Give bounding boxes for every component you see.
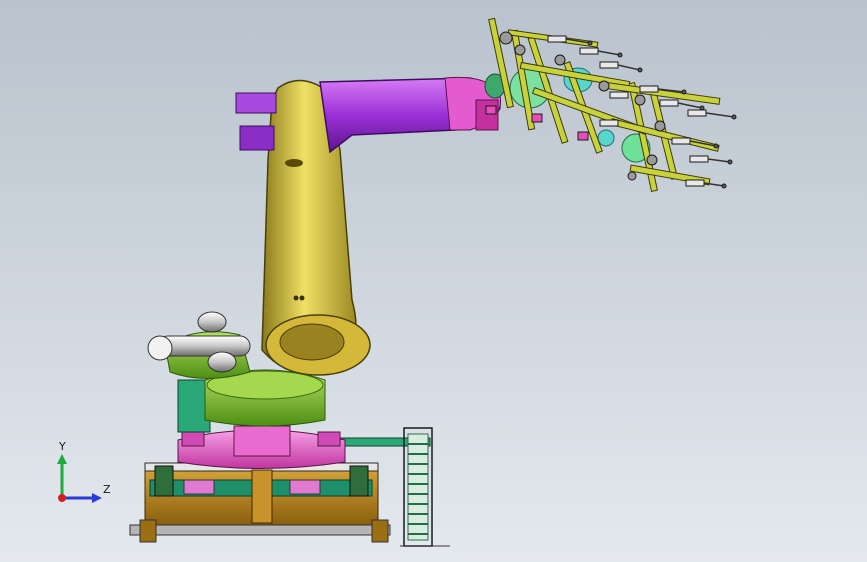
base-frame	[129, 462, 391, 543]
coordinate-triad: Y Z	[40, 438, 120, 510]
triad-z-label: Z	[103, 483, 111, 496]
graphics-viewport[interactable]: Y Z	[0, 0, 867, 562]
gripper-tools	[485, 31, 737, 189]
triad-axes-icon	[57, 454, 102, 503]
robot-model[interactable]	[0, 0, 867, 562]
triad-y-label: Y	[59, 440, 66, 453]
